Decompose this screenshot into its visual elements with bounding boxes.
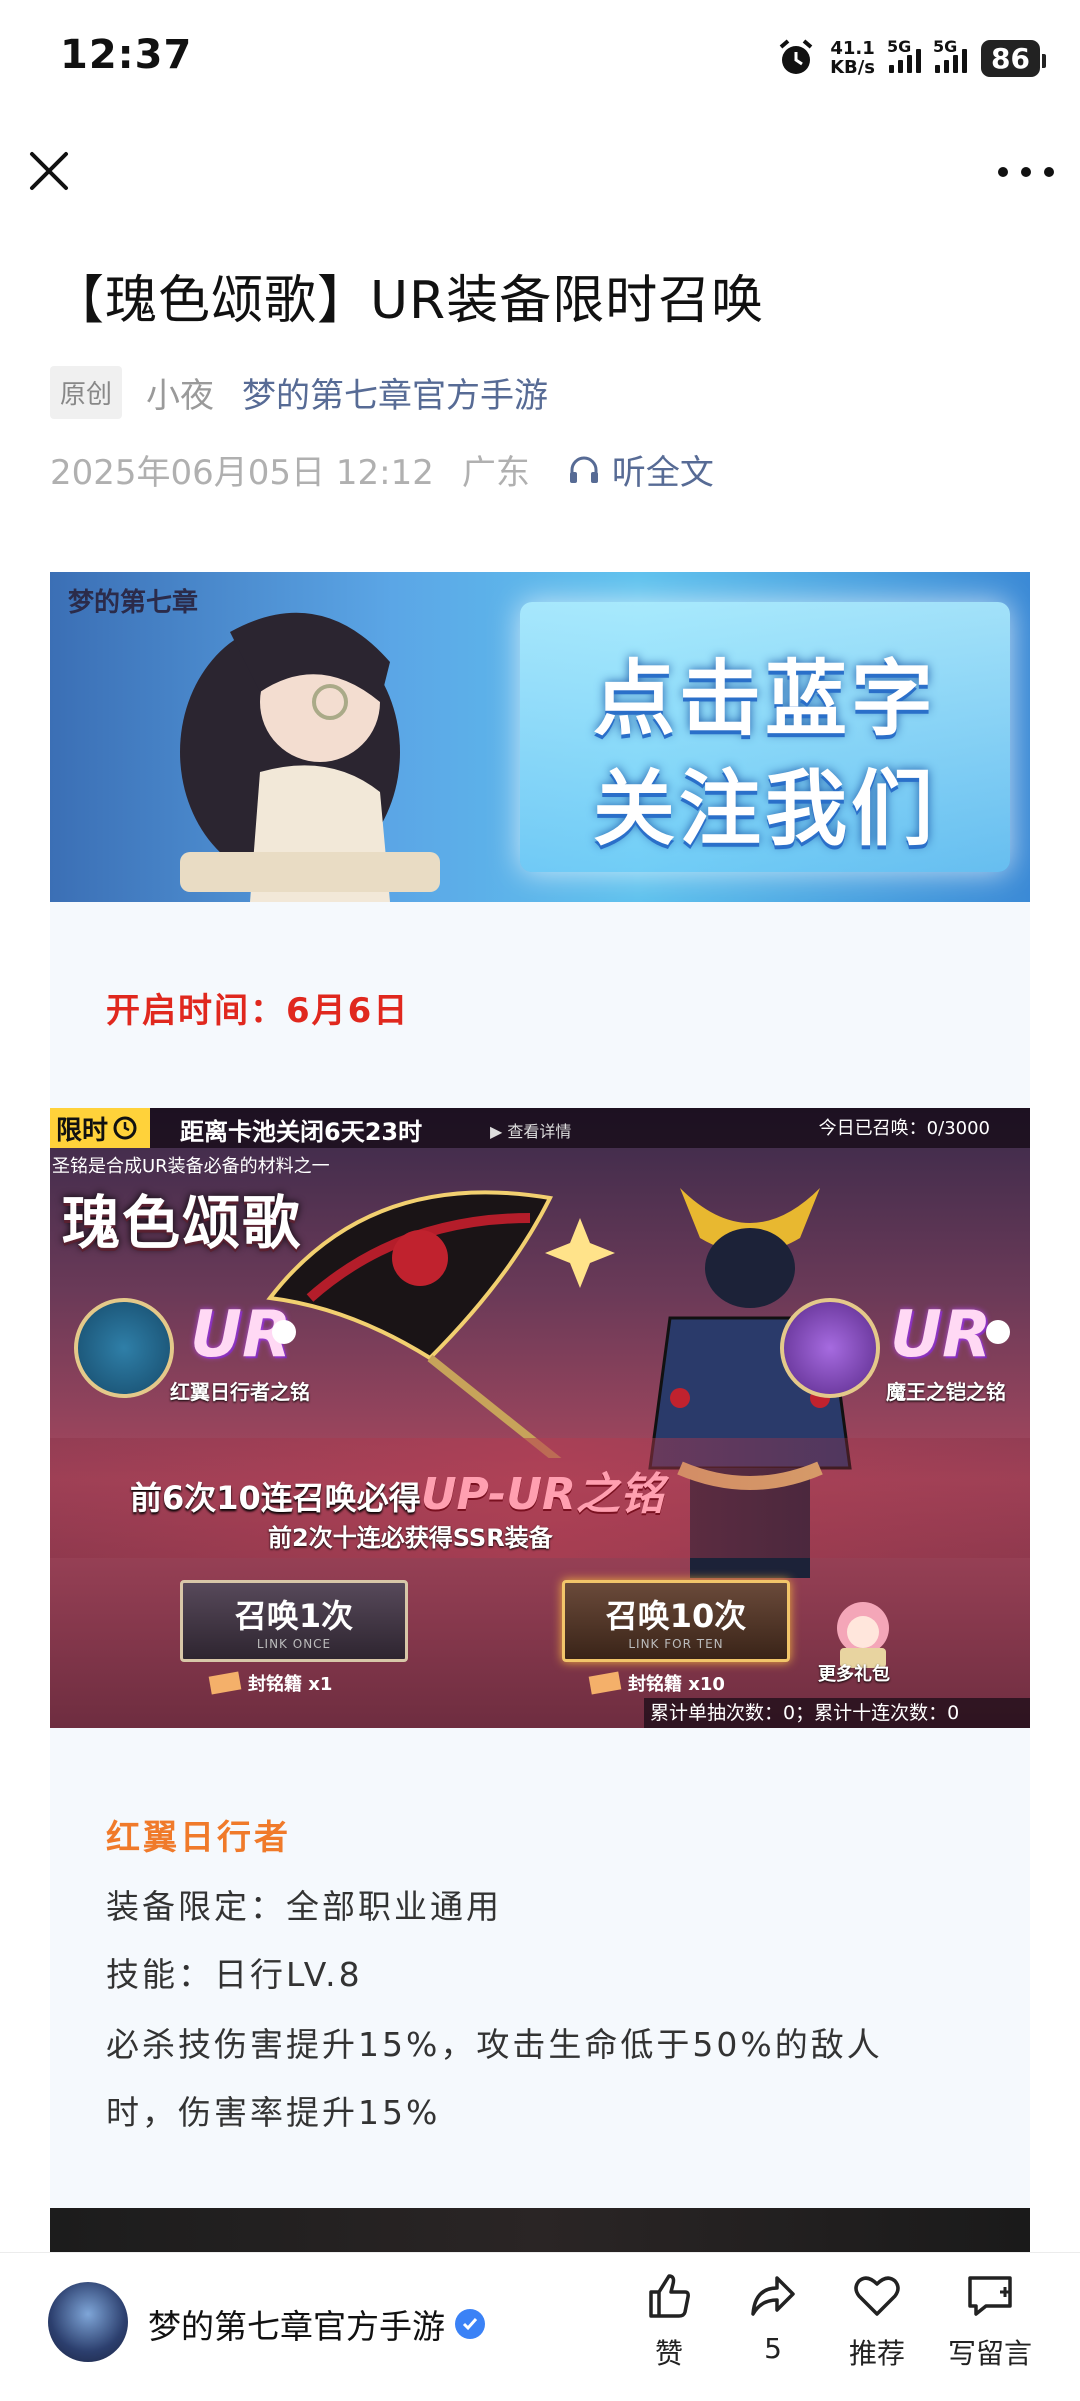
publish-location: 广东 bbox=[461, 453, 530, 493]
signal-icon: 5G bbox=[887, 37, 922, 73]
magnify-icon bbox=[272, 1320, 296, 1344]
character-illustration bbox=[180, 612, 440, 902]
article-meta: 原创 小夜 梦的第七章官方手游 bbox=[50, 366, 548, 419]
more-gifts-label: 更多礼包 bbox=[818, 1664, 890, 1685]
more-options-icon[interactable] bbox=[998, 150, 1054, 194]
author-name: 小夜 bbox=[146, 376, 215, 416]
battery-indicator: 86 bbox=[981, 39, 1046, 77]
headphones-icon bbox=[569, 456, 598, 483]
network-speed: 41.1 KB/s bbox=[830, 38, 876, 78]
umbrella-illustration bbox=[266, 1190, 615, 1458]
alarm-icon bbox=[779, 39, 813, 74]
article-title: 【瑰色颂歌】UR装备限时召唤 bbox=[52, 271, 765, 331]
magnify-icon-2 bbox=[986, 1320, 1010, 1344]
recommend-button[interactable]: 推荐 bbox=[832, 2270, 922, 2372]
banner-panel: 点击蓝字 关注我们 bbox=[520, 602, 1010, 872]
right-item-name: 魔王之铠之铭 bbox=[886, 1380, 1006, 1404]
body-line-3: 必杀技伤害提升15%，攻击生命低于50%的敌人 bbox=[106, 2025, 883, 2064]
body-line-1: 装备限定：全部职业通用 bbox=[106, 1887, 502, 1926]
left-item-badge bbox=[74, 1298, 174, 1398]
account-avatar[interactable] bbox=[48, 2282, 128, 2362]
article-date-row: 2025年06月05日 12:12 广东 听全文 bbox=[50, 445, 714, 494]
close-icon[interactable] bbox=[26, 148, 72, 194]
status-icons: 41.1 KB/s 5G 5G 86 bbox=[776, 34, 1046, 82]
original-tag: 原创 bbox=[50, 366, 123, 419]
next-image-preview bbox=[50, 2208, 1030, 2252]
cost-ten: 封铭籍 x10 bbox=[588, 1670, 725, 1696]
view-details: ▶ 查看详情 bbox=[490, 1122, 572, 1141]
bottom-account[interactable]: 梦的第七章官方手游 bbox=[148, 2300, 485, 2348]
verified-icon bbox=[455, 2309, 485, 2339]
today-summons: 今日已召唤：0/3000 bbox=[818, 1118, 990, 1139]
right-item-badge bbox=[780, 1298, 880, 1398]
cost-once: 封铭籍 x1 bbox=[208, 1670, 332, 1696]
left-item-name: 红翼日行者之铭 bbox=[170, 1380, 310, 1404]
limited-tag: 限时 bbox=[50, 1108, 150, 1148]
ssr-note: 前2次十连必获得SSR装备 bbox=[268, 1524, 553, 1552]
signal-icon-2: 5G bbox=[933, 37, 968, 73]
ur-label-right: UR bbox=[890, 1298, 992, 1372]
ticket-icon bbox=[208, 1671, 242, 1695]
banner-line1: 点击蓝字 bbox=[592, 652, 937, 747]
like-button[interactable]: 赞 bbox=[624, 2270, 714, 2372]
follow-banner[interactable]: 梦的第七章 点击蓝字 关注我们 bbox=[50, 572, 1030, 902]
clock-icon bbox=[113, 1116, 137, 1140]
body-line-4: 时，伤害率提升15% bbox=[106, 2093, 441, 2132]
summon-ten-button: 召唤10次 LINK FOR TEN bbox=[562, 1580, 790, 1662]
ticket-icon-2 bbox=[588, 1671, 622, 1695]
share-button[interactable]: 5 bbox=[728, 2270, 818, 2365]
banner-line2: 关注我们 bbox=[592, 762, 937, 857]
status-time: 12:37 bbox=[60, 32, 193, 78]
open-time: 开启时间：6月6日 bbox=[106, 991, 410, 1031]
share-icon bbox=[751, 2276, 795, 2316]
listen-button[interactable]: 听全文 bbox=[566, 445, 714, 494]
summon-once-button: 召唤1次 LINK ONCE bbox=[180, 1580, 408, 1662]
account-link[interactable]: 梦的第七章官方手游 bbox=[242, 368, 548, 417]
heart-icon bbox=[854, 2276, 900, 2316]
comment-icon bbox=[968, 2276, 1012, 2316]
comment-button[interactable]: 写留言 bbox=[940, 2270, 1040, 2372]
body-line-2: 技能：日行LV.8 bbox=[106, 1955, 363, 1994]
section-title: 红翼日行者 bbox=[106, 1818, 291, 1858]
pool-countdown: 距离卡池关闭6天23时 bbox=[180, 1118, 423, 1146]
publish-date: 2025年06月05日 12:12 bbox=[50, 453, 434, 493]
gacha-screenshot: 限时 距离卡池关闭6天23时 ▶ 查看详情 今日已召唤：0/3000 圣铭是合成… bbox=[50, 1108, 1030, 1728]
guarantee-text: 前6次10连召唤必得UP-UR之铭 bbox=[130, 1469, 664, 1520]
summon-counter: 累计单抽次数：0；累计十连次数：0 bbox=[644, 1698, 1030, 1728]
thumbs-up-icon bbox=[649, 2274, 690, 2318]
